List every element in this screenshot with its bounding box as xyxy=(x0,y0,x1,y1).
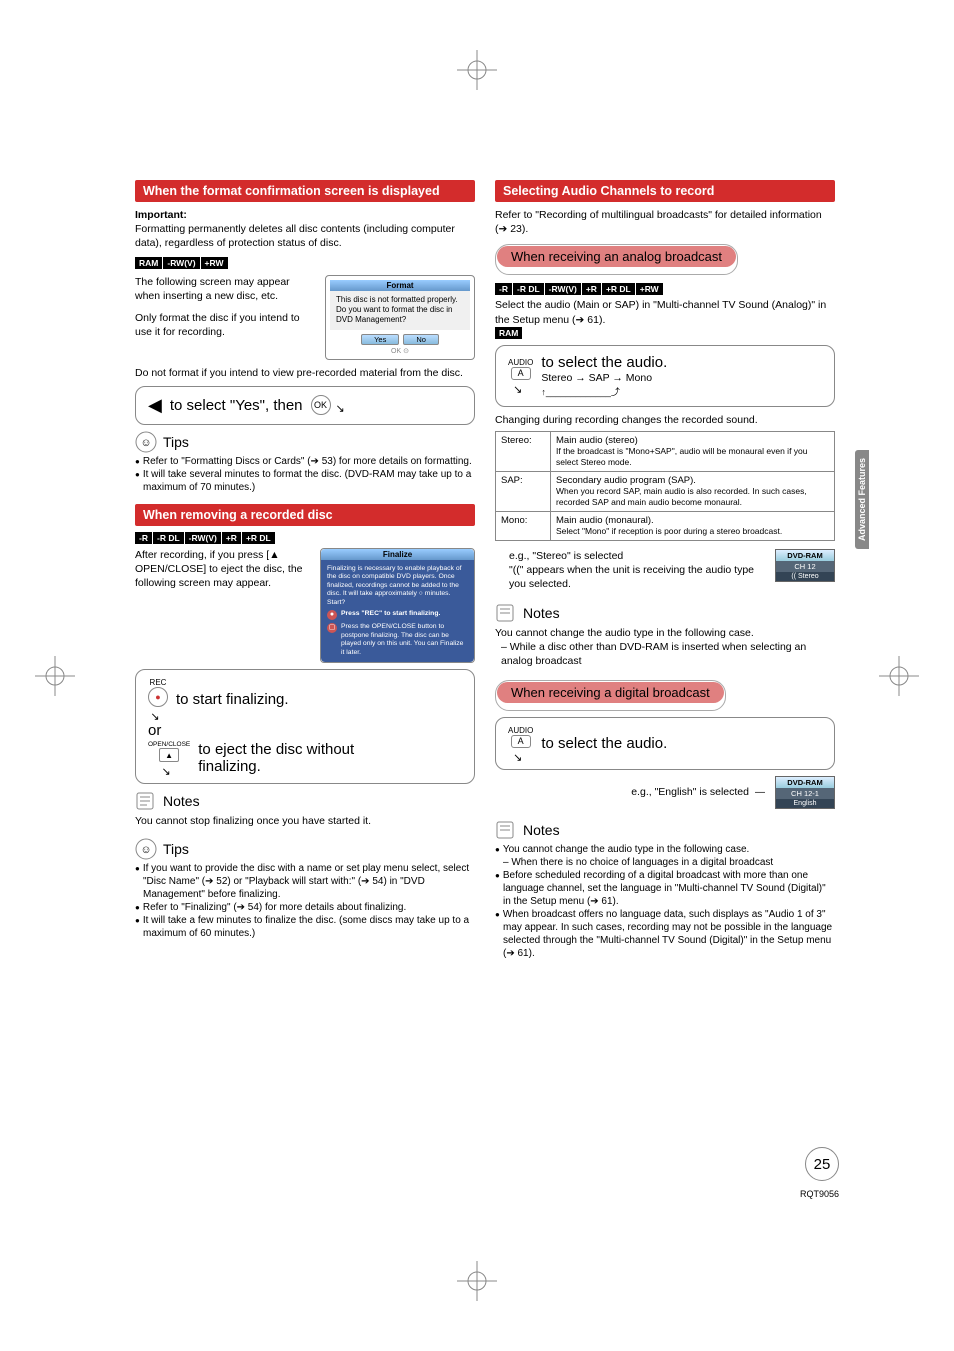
notes-list-digital: You cannot change the audio type in the … xyxy=(495,843,835,960)
format-p2: Only format the disc if you intend to us… xyxy=(135,311,315,339)
audio-mode-table: Stereo:Main audio (stereo)If the broadca… xyxy=(495,431,835,541)
subhead-analog: When receiving an analog broadcast xyxy=(497,246,736,267)
tips-list-1: Refer to "Formatting Discs or Cards" (➔ … xyxy=(135,455,475,494)
svg-text:☺: ☺ xyxy=(140,437,151,449)
notes-label: Notes xyxy=(163,793,200,809)
notes-icon xyxy=(135,790,157,812)
format-p3: Do not format if you intend to view pre-… xyxy=(135,366,475,380)
analog-instruction: Select the audio (Main or SAP) in "Multi… xyxy=(495,298,835,326)
open-close-button-icon: ▲ xyxy=(159,748,179,762)
heading-format-confirm: When the format confirmation screen is d… xyxy=(135,180,475,202)
finalize-dialog-mockup: Finalize Finalizing is necessary to enab… xyxy=(320,548,475,663)
action-select-yes: ◀ to select "Yes", then OK↘ xyxy=(135,386,475,425)
osd-example-2: DVD-RAMCH 12-1English xyxy=(775,776,835,809)
eg-stereo-1: e.g., "Stereo" is selected xyxy=(509,549,763,563)
eg-english: e.g., "English" is selected xyxy=(631,785,749,799)
action-select-audio-digital: AUDIOA↘ to select the audio. xyxy=(495,717,835,770)
tips-icon: ☺ xyxy=(135,838,157,860)
audio-button-icon: A xyxy=(511,735,531,748)
crop-mark-bottom xyxy=(457,1261,497,1301)
notes-icon xyxy=(495,819,517,841)
osd-example-1: DVD-RAMCH 12(( Stereo xyxy=(775,549,835,582)
note-analog: You cannot change the audio type in the … xyxy=(495,626,835,640)
action-select-audio-analog: AUDIOA↘ to select the audio. Stereo → SA… xyxy=(495,345,835,407)
notes-label-r2: Notes xyxy=(523,822,560,838)
note-analog-sub: – While a disc other than DVD-RAM is ins… xyxy=(495,640,835,668)
important-text: Formatting permanently deletes all disc … xyxy=(135,223,455,249)
disc-chips-1: RAM-RW(V)+RW xyxy=(135,257,475,269)
svg-text:☺: ☺ xyxy=(140,844,151,856)
rec-button-icon: ● xyxy=(148,687,168,707)
action-finalize: REC●↘ to start finalizing. or OPEN/CLOSE… xyxy=(135,669,475,784)
disc-chips-2: -R-R DL-RW(V)+R+R DL xyxy=(135,532,475,544)
tips-label: Tips xyxy=(163,434,189,450)
format-dialog-mockup: Format This disc is not formatted proper… xyxy=(325,275,475,360)
ok-button-icon: OK xyxy=(311,395,331,415)
audio-button-icon: A xyxy=(511,367,531,380)
heading-removing-disc: When removing a recorded disc xyxy=(135,504,475,526)
notes-icon xyxy=(495,602,517,624)
notes-label-r1: Notes xyxy=(523,605,560,621)
format-p1: The following screen may appear when ins… xyxy=(135,275,315,303)
tips-icon: ☺ xyxy=(135,431,157,453)
note-finalize: You cannot stop finalizing once you have… xyxy=(135,814,475,828)
subhead-digital: When receiving a digital broadcast xyxy=(497,682,724,703)
side-tab: Advanced Features xyxy=(855,450,869,549)
removing-p: After recording, if you press [▲ OPEN/CL… xyxy=(135,548,310,591)
changing-note: Changing during recording changes the re… xyxy=(495,413,835,427)
eg-stereo-2: "((" appears when the unit is receiving … xyxy=(509,563,763,591)
crop-mark-left xyxy=(35,656,75,696)
disc-chips-4: RAM xyxy=(495,327,835,339)
crop-mark-right xyxy=(879,656,919,696)
doc-code: RQT9056 xyxy=(800,1189,839,1199)
crop-mark-top xyxy=(457,50,497,90)
important-label: Important: xyxy=(135,209,187,221)
tips-label-2: Tips xyxy=(163,841,189,857)
disc-chips-3: -R-R DL-RW(V)+R+R DL+RW xyxy=(495,283,835,295)
audio-intro: Refer to "Recording of multilingual broa… xyxy=(495,208,835,236)
page-number: 25 xyxy=(805,1147,839,1181)
heading-audio-channels: Selecting Audio Channels to record xyxy=(495,180,835,202)
tips-list-2: If you want to provide the disc with a n… xyxy=(135,862,475,940)
